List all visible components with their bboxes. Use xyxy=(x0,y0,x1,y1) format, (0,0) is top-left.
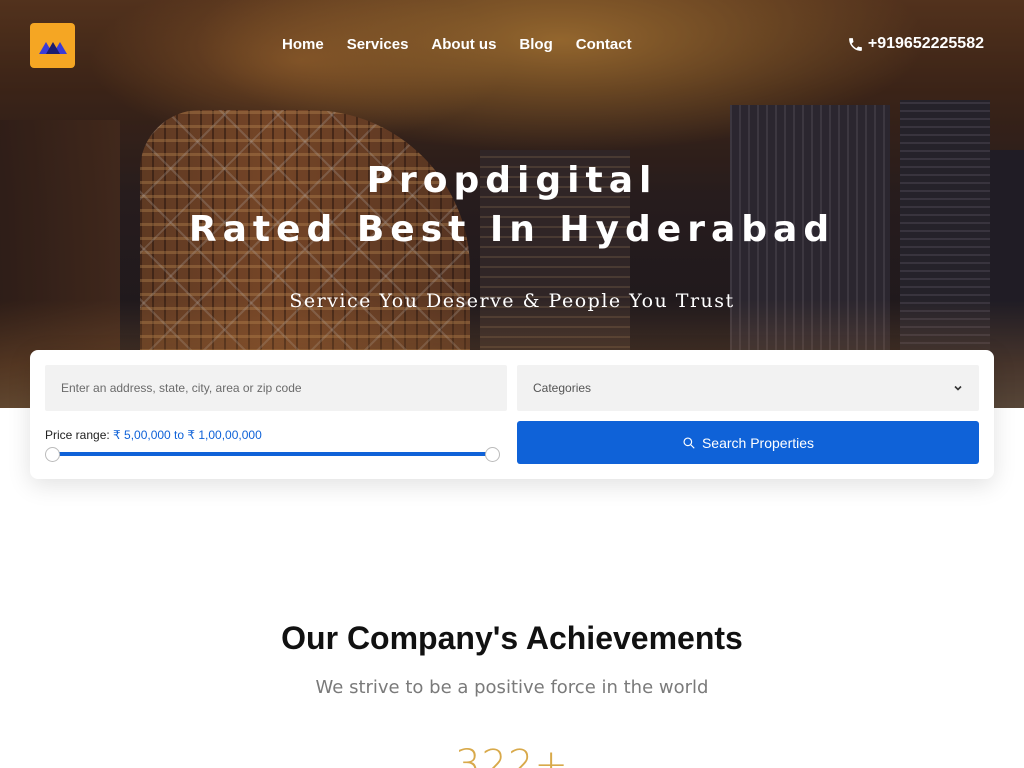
address-search-input[interactable] xyxy=(45,365,507,411)
price-range-track[interactable] xyxy=(52,452,492,456)
chevron-down-icon xyxy=(954,385,962,391)
price-range-min-handle[interactable] xyxy=(44,447,60,462)
triangles-logo-icon xyxy=(38,41,67,54)
main-nav: Home Services About us Blog Contact xyxy=(282,36,655,54)
hero-title-line2: Rated Best In Hyderabad xyxy=(188,209,836,250)
search-properties-label: Search Properties xyxy=(701,434,815,451)
hero-subtitle: Service You Deserve & People You Trust xyxy=(289,290,735,312)
nav-services[interactable]: Services xyxy=(347,36,409,54)
hero-title-line1: Propdigital xyxy=(366,160,658,201)
price-range-value: ₹ 5,00,000 to ₹ 1,00,00,000 xyxy=(113,428,262,442)
phone-link[interactable]: +919652225582 xyxy=(847,35,984,53)
hero-title: Propdigital Rated Best In Hyderabad xyxy=(0,156,1024,254)
achievements-title: Our Company's Achievements xyxy=(281,620,743,656)
price-range-max-handle[interactable] xyxy=(484,447,500,462)
nav-home[interactable]: Home xyxy=(282,36,324,54)
price-range-label: Price range: ₹ 5,00,000 to ₹ 1,00,00,000 xyxy=(45,428,262,442)
price-range-caption: Price range: xyxy=(45,428,110,442)
categories-selected-value: Categories xyxy=(533,381,592,395)
search-properties-button[interactable]: Search Properties xyxy=(517,421,979,464)
site-logo[interactable] xyxy=(30,23,75,68)
nav-about-us[interactable]: About us xyxy=(431,36,496,54)
categories-select[interactable]: Categories xyxy=(517,365,979,411)
nav-blog[interactable]: Blog xyxy=(519,36,552,54)
search-icon xyxy=(683,436,695,449)
property-search-card: Categories Price range: ₹ 5,00,000 to ₹ … xyxy=(30,350,994,479)
phone-icon xyxy=(849,37,862,51)
achievement-counter: 322+ xyxy=(455,742,569,768)
nav-contact[interactable]: Contact xyxy=(576,36,632,54)
phone-number: +919652225582 xyxy=(867,35,984,52)
hero-banner: Home Services About us Blog Contact +919… xyxy=(0,0,1024,408)
achievements-subtitle: We strive to be a positive force in the … xyxy=(315,677,709,698)
